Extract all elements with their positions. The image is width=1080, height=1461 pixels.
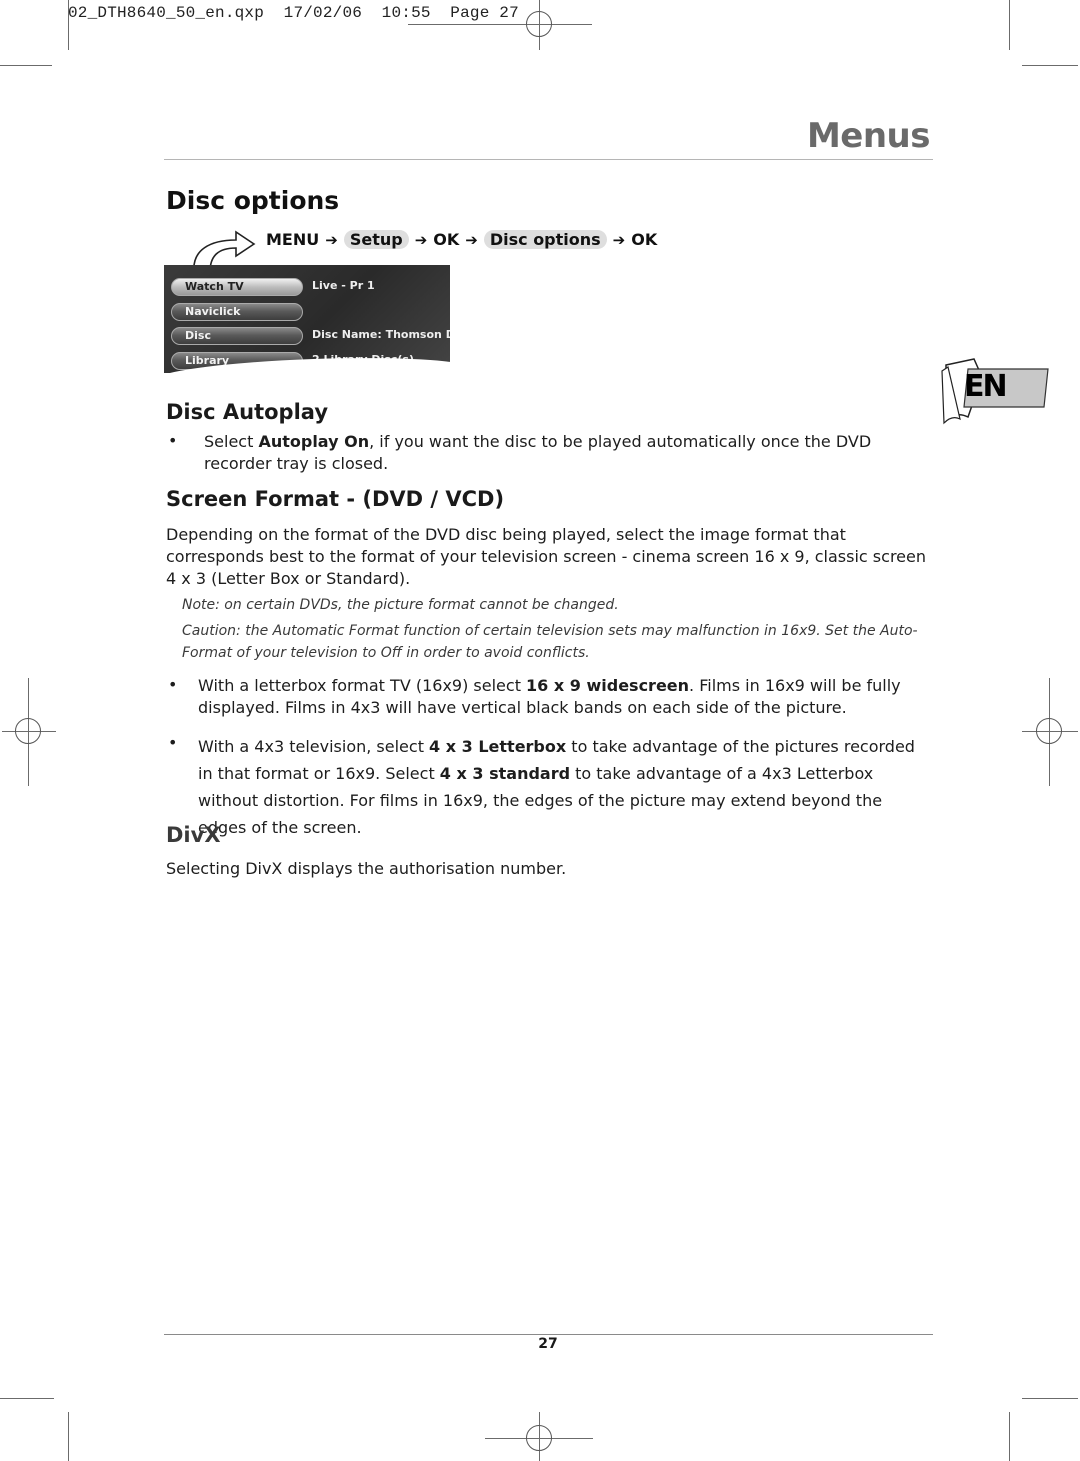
slug-date: 17/02/06 — [283, 4, 363, 22]
heading-disc-autoplay: Disc Autoplay — [166, 400, 329, 424]
bullet-icon: • — [168, 431, 178, 450]
registration-mark-bottom-circle — [526, 1425, 552, 1451]
crop-mark-bottom-right-vertical — [1009, 1412, 1010, 1461]
crop-mark-bottom-right-horizontal — [1022, 1398, 1078, 1399]
tv-menu-screenshot: Watch TV Live - Pr 1 Naviclick Disc Disc… — [164, 265, 450, 373]
slug-filename: 02_DTH8640_50_en.qxp — [68, 4, 265, 22]
path-step-menu: MENU — [266, 230, 320, 249]
heading-screen-format: Screen Format - (DVD / VCD) — [166, 487, 505, 511]
emphasis-4x3-letterbox: 4 x 3 Letterbox — [429, 737, 567, 756]
slug-time: 10:55 — [381, 4, 431, 22]
path-step-ok: OK — [433, 230, 460, 249]
arrow-right-icon: ➔ — [414, 230, 428, 249]
emphasis-autoplay-on: Autoplay On — [258, 432, 370, 451]
tv-menu-row-naviclick: Naviclick — [171, 303, 450, 323]
tv-menu-button-naviclick: Naviclick — [171, 303, 303, 321]
text-run: Select — [204, 432, 259, 451]
registration-mark-right-circle — [1036, 718, 1062, 744]
registration-mark-left-circle — [15, 718, 41, 744]
menu-navigation-path: MENU ➔ Setup ➔ OK ➔ Disc options ➔ OK — [266, 230, 657, 249]
crop-mark-bottom-left-vertical — [68, 1412, 69, 1461]
tv-menu-button-disc: Disc — [171, 327, 303, 345]
emphasis-16x9-widescreen: 16 x 9 widescreen — [526, 676, 690, 695]
caution-text: Caution: the Automatic Format function o… — [182, 623, 918, 661]
arrow-right-icon: ➔ — [612, 230, 626, 249]
path-step-disc-options: Disc options — [483, 230, 607, 249]
heading-divx: DivX — [166, 823, 221, 847]
note-text: Note: on certain DVDs, the picture forma… — [182, 597, 619, 613]
page-number: 27 — [538, 1336, 558, 1352]
path-step-setup: Setup — [343, 230, 409, 249]
tv-menu-row-watch-tv: Watch TV Live - Pr 1 — [171, 278, 450, 298]
language-code: EN — [964, 369, 1008, 404]
screen-format-intro: Depending on the format of the DVD disc … — [166, 525, 926, 588]
arrow-right-icon: ➔ — [325, 230, 338, 249]
page-title: Disc options — [166, 186, 340, 215]
crop-mark-top-right-horizontal — [1022, 65, 1078, 66]
bullet-text: With a letterbox format TV (16x9) select… — [198, 675, 930, 719]
registration-mark-top-circle — [526, 11, 552, 37]
crop-mark-top-right-vertical — [1009, 0, 1010, 50]
emphasis-4x3-standard: 4 x 3 standard — [439, 764, 571, 783]
crop-mark-top-left-horizontal — [0, 65, 52, 66]
bullet-icon: • — [168, 675, 178, 694]
bullet-text: Select Autoplay On, if you want the disc… — [204, 431, 930, 475]
divx-text: Selecting DivX displays the authorisatio… — [166, 859, 567, 878]
tv-menu-row-disc: Disc Disc Name: Thomson Dis — [171, 327, 450, 347]
registration-mark-top-line — [408, 24, 592, 25]
arrow-right-icon: ➔ — [465, 230, 478, 249]
text-run: With a letterbox format TV (16x9) select — [198, 676, 527, 695]
text-run: With a 4x3 television, select — [198, 737, 430, 756]
language-badge: EN — [938, 355, 1050, 425]
letterbox-bullet: • With a 4x3 television, select 4 x 3 Le… — [166, 733, 930, 837]
footer-divider — [164, 1334, 933, 1335]
section-title: Menus — [806, 116, 931, 156]
crop-mark-bottom-left-horizontal — [0, 1398, 54, 1399]
bullet-icon: • — [168, 733, 178, 752]
tv-menu-info: Disc Name: Thomson Dis — [312, 328, 450, 341]
widescreen-bullet: • With a letterbox format TV (16x9) sele… — [166, 675, 930, 721]
slug-page: Page 27 — [450, 4, 519, 22]
path-step-ok-final: OK — [631, 230, 658, 249]
autoplay-bullet: • Select Autoplay On, if you want the di… — [166, 431, 930, 477]
print-slug: 02_DTH8640_50_en.qxp 17/02/06 10:55 Page… — [68, 4, 519, 22]
tv-menu-button-watch-tv: Watch TV — [171, 278, 303, 296]
header-divider — [164, 159, 933, 160]
tv-menu-info: Live - Pr 1 — [312, 279, 375, 292]
bullet-text: With a 4x3 television, select 4 x 3 Lett… — [198, 733, 930, 841]
